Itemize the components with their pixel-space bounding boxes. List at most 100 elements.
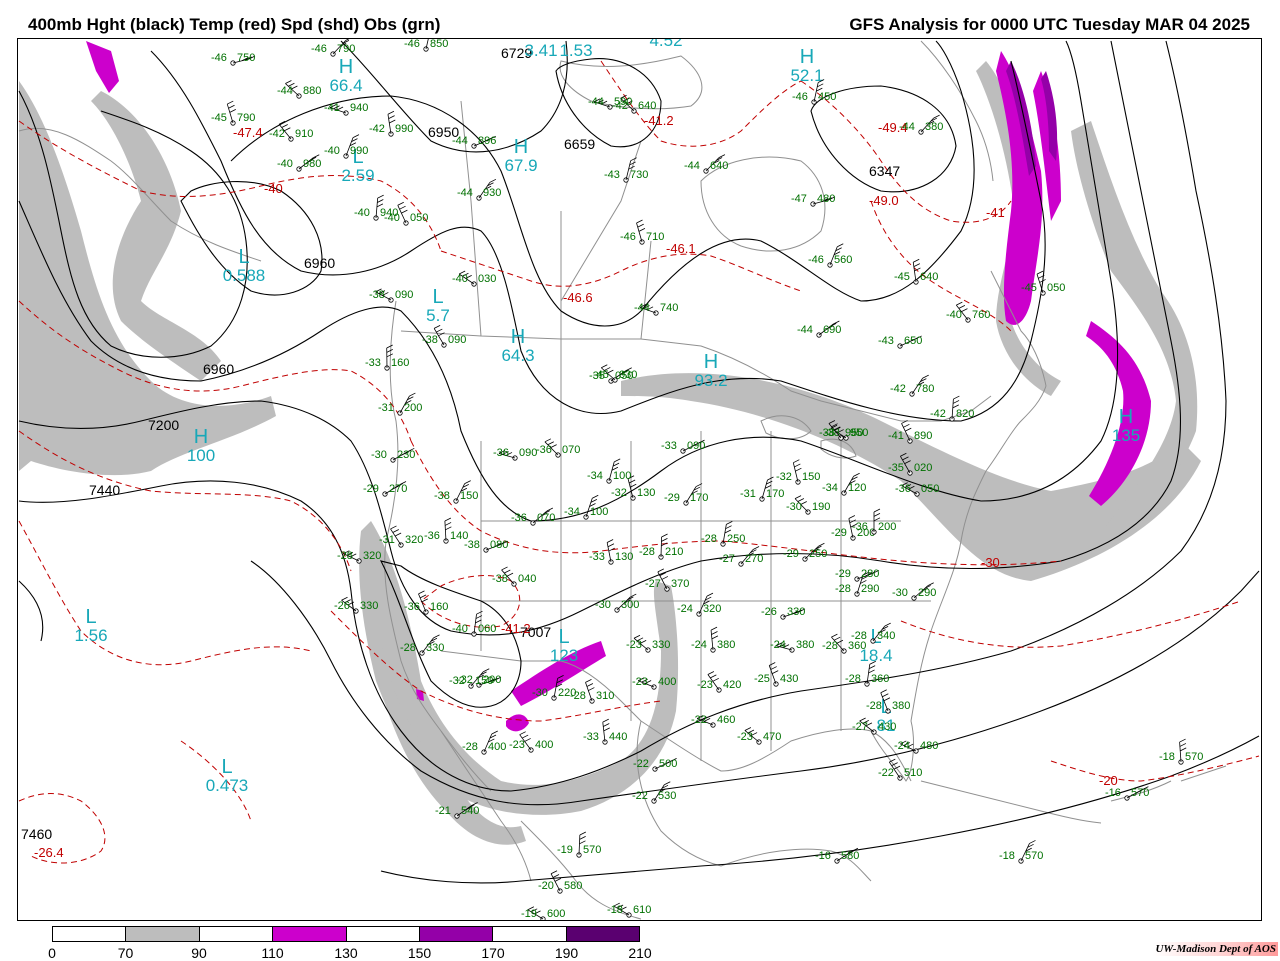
wind-barb-staff xyxy=(579,835,580,855)
wind-barb-flag xyxy=(707,593,713,596)
obs-temperature: -42 xyxy=(369,123,385,135)
high-pressure-marker: H xyxy=(1119,406,1133,428)
station-obs: -36070 xyxy=(536,439,580,457)
station-obs: -18610 xyxy=(607,903,651,917)
obs-temperature: -24 xyxy=(894,740,910,752)
obs-temperature: -19 xyxy=(557,844,573,856)
obs-temperature: -36 xyxy=(493,447,509,459)
obs-height: 270 xyxy=(745,553,763,565)
station-obs: -22510 xyxy=(878,759,922,780)
temp-contour-far-southeast xyxy=(1051,756,1259,781)
obs-temperature: -28 xyxy=(462,741,478,753)
wind-barb-staff xyxy=(711,630,713,650)
obs-height: 060 xyxy=(478,623,496,635)
obs-height: 090 xyxy=(448,334,466,346)
station-obs: -32150 xyxy=(776,460,820,485)
wind-barb-flag xyxy=(393,529,399,532)
colorbar-segment xyxy=(347,927,420,941)
wind-barb-flag xyxy=(953,396,959,399)
obs-height: 640 xyxy=(920,271,938,283)
obs-height: 330 xyxy=(426,642,444,654)
station-obs: -40060 xyxy=(452,611,496,636)
station-obs: -30190 xyxy=(786,496,830,515)
analysis-time-title: GFS Analysis for 0000 UTC Tuesday MAR 04… xyxy=(849,15,1250,35)
obs-height: 980 xyxy=(303,158,321,170)
obs-height: 440 xyxy=(609,731,627,743)
jet-max-texas-small xyxy=(506,714,529,731)
obs-height: 300 xyxy=(621,599,639,611)
temp-label: -30 xyxy=(981,555,1000,570)
obs-height: 950 xyxy=(845,427,863,439)
colorbar-tick-label: 90 xyxy=(191,945,207,961)
wind-barb-flag xyxy=(726,526,732,529)
obs-height: 730 xyxy=(630,169,648,181)
wind-barb-flag xyxy=(387,349,393,352)
obs-temperature: -38 xyxy=(434,490,450,502)
low-pressure-marker: L xyxy=(238,246,249,268)
wind-barb-flag xyxy=(545,439,551,442)
height-label: 6960 xyxy=(203,361,234,377)
station-obs: -19570 xyxy=(557,832,601,857)
wind-barb-flag xyxy=(507,573,513,576)
obs-height: 640 xyxy=(638,100,656,112)
station-obs: -20580 xyxy=(538,871,582,893)
obs-temperature: -45 xyxy=(1021,282,1037,294)
wind-barb-staff xyxy=(445,521,446,541)
obs-height: 650 xyxy=(904,335,922,347)
wind-barb-flag xyxy=(378,195,384,198)
height-label: 7460 xyxy=(21,826,52,842)
wind-barb-flag xyxy=(959,305,965,308)
obs-height: 050 xyxy=(1047,282,1065,294)
obs-height: 570 xyxy=(1131,787,1149,799)
obs-temperature: -28 xyxy=(400,642,416,654)
obs-temperature: -36 xyxy=(511,512,527,524)
colorbar-tick-label: 130 xyxy=(334,945,357,961)
obs-height: 330 xyxy=(652,639,670,651)
obs-temperature: -24 xyxy=(691,639,707,651)
obs-temperature: -23 xyxy=(737,731,753,743)
height-label: 6960 xyxy=(304,255,335,271)
obs-height: 280 xyxy=(861,568,879,580)
station-obs: -45790 xyxy=(211,101,255,125)
system-value-label: 0.473 xyxy=(206,776,249,795)
obs-height: 380 xyxy=(892,700,910,712)
station-obs: -36200 xyxy=(852,509,896,534)
system-value-label: 66.4 xyxy=(329,76,362,95)
wind-barb-flag xyxy=(445,518,451,521)
temp-label: -41 xyxy=(986,205,1005,220)
system-value-label: 5.7 xyxy=(426,306,450,325)
wind-barb-flag xyxy=(377,199,383,202)
obs-temperature: -21 xyxy=(435,805,451,817)
obs-temperature: -38 xyxy=(492,573,508,585)
obs-temperature: -18 xyxy=(1159,751,1175,763)
wind-barb-flag xyxy=(881,690,887,693)
station-obs: -24320 xyxy=(677,593,721,616)
obs-height: 090 xyxy=(395,289,413,301)
height-label: 7200 xyxy=(148,417,179,433)
obs-height: 370 xyxy=(671,578,689,590)
wind-barb-flag xyxy=(713,678,719,681)
station-obs: -41940 xyxy=(324,102,368,115)
obs-height: 070 xyxy=(562,444,580,456)
station-obs: -40050 xyxy=(384,202,428,225)
colorbar-segment xyxy=(53,927,126,941)
wind-barb-flag xyxy=(445,522,451,525)
obs-height: 930 xyxy=(483,187,501,199)
obs-height: 330 xyxy=(360,600,378,612)
obs-height: 790 xyxy=(337,43,355,55)
station-obs: -25430 xyxy=(754,662,798,686)
obs-height: 320 xyxy=(405,534,423,546)
colorbar-tick-label: 150 xyxy=(408,945,431,961)
obs-temperature: -29 xyxy=(831,527,847,539)
system-value-label: 64.3 xyxy=(501,346,534,365)
station-obs: -23400 xyxy=(632,676,676,689)
wind-barb-flag xyxy=(874,513,880,516)
obs-temperature: -36 xyxy=(424,530,440,542)
low-pressure-marker: L xyxy=(221,756,232,778)
coastline-mexico-west xyxy=(521,821,641,919)
wind-barb-flag xyxy=(601,365,607,368)
obs-height: 580 xyxy=(841,850,859,862)
station-obs: -42780 xyxy=(890,375,934,396)
low-pressure-marker: L xyxy=(85,606,96,628)
station-obs: -33440 xyxy=(583,719,627,744)
